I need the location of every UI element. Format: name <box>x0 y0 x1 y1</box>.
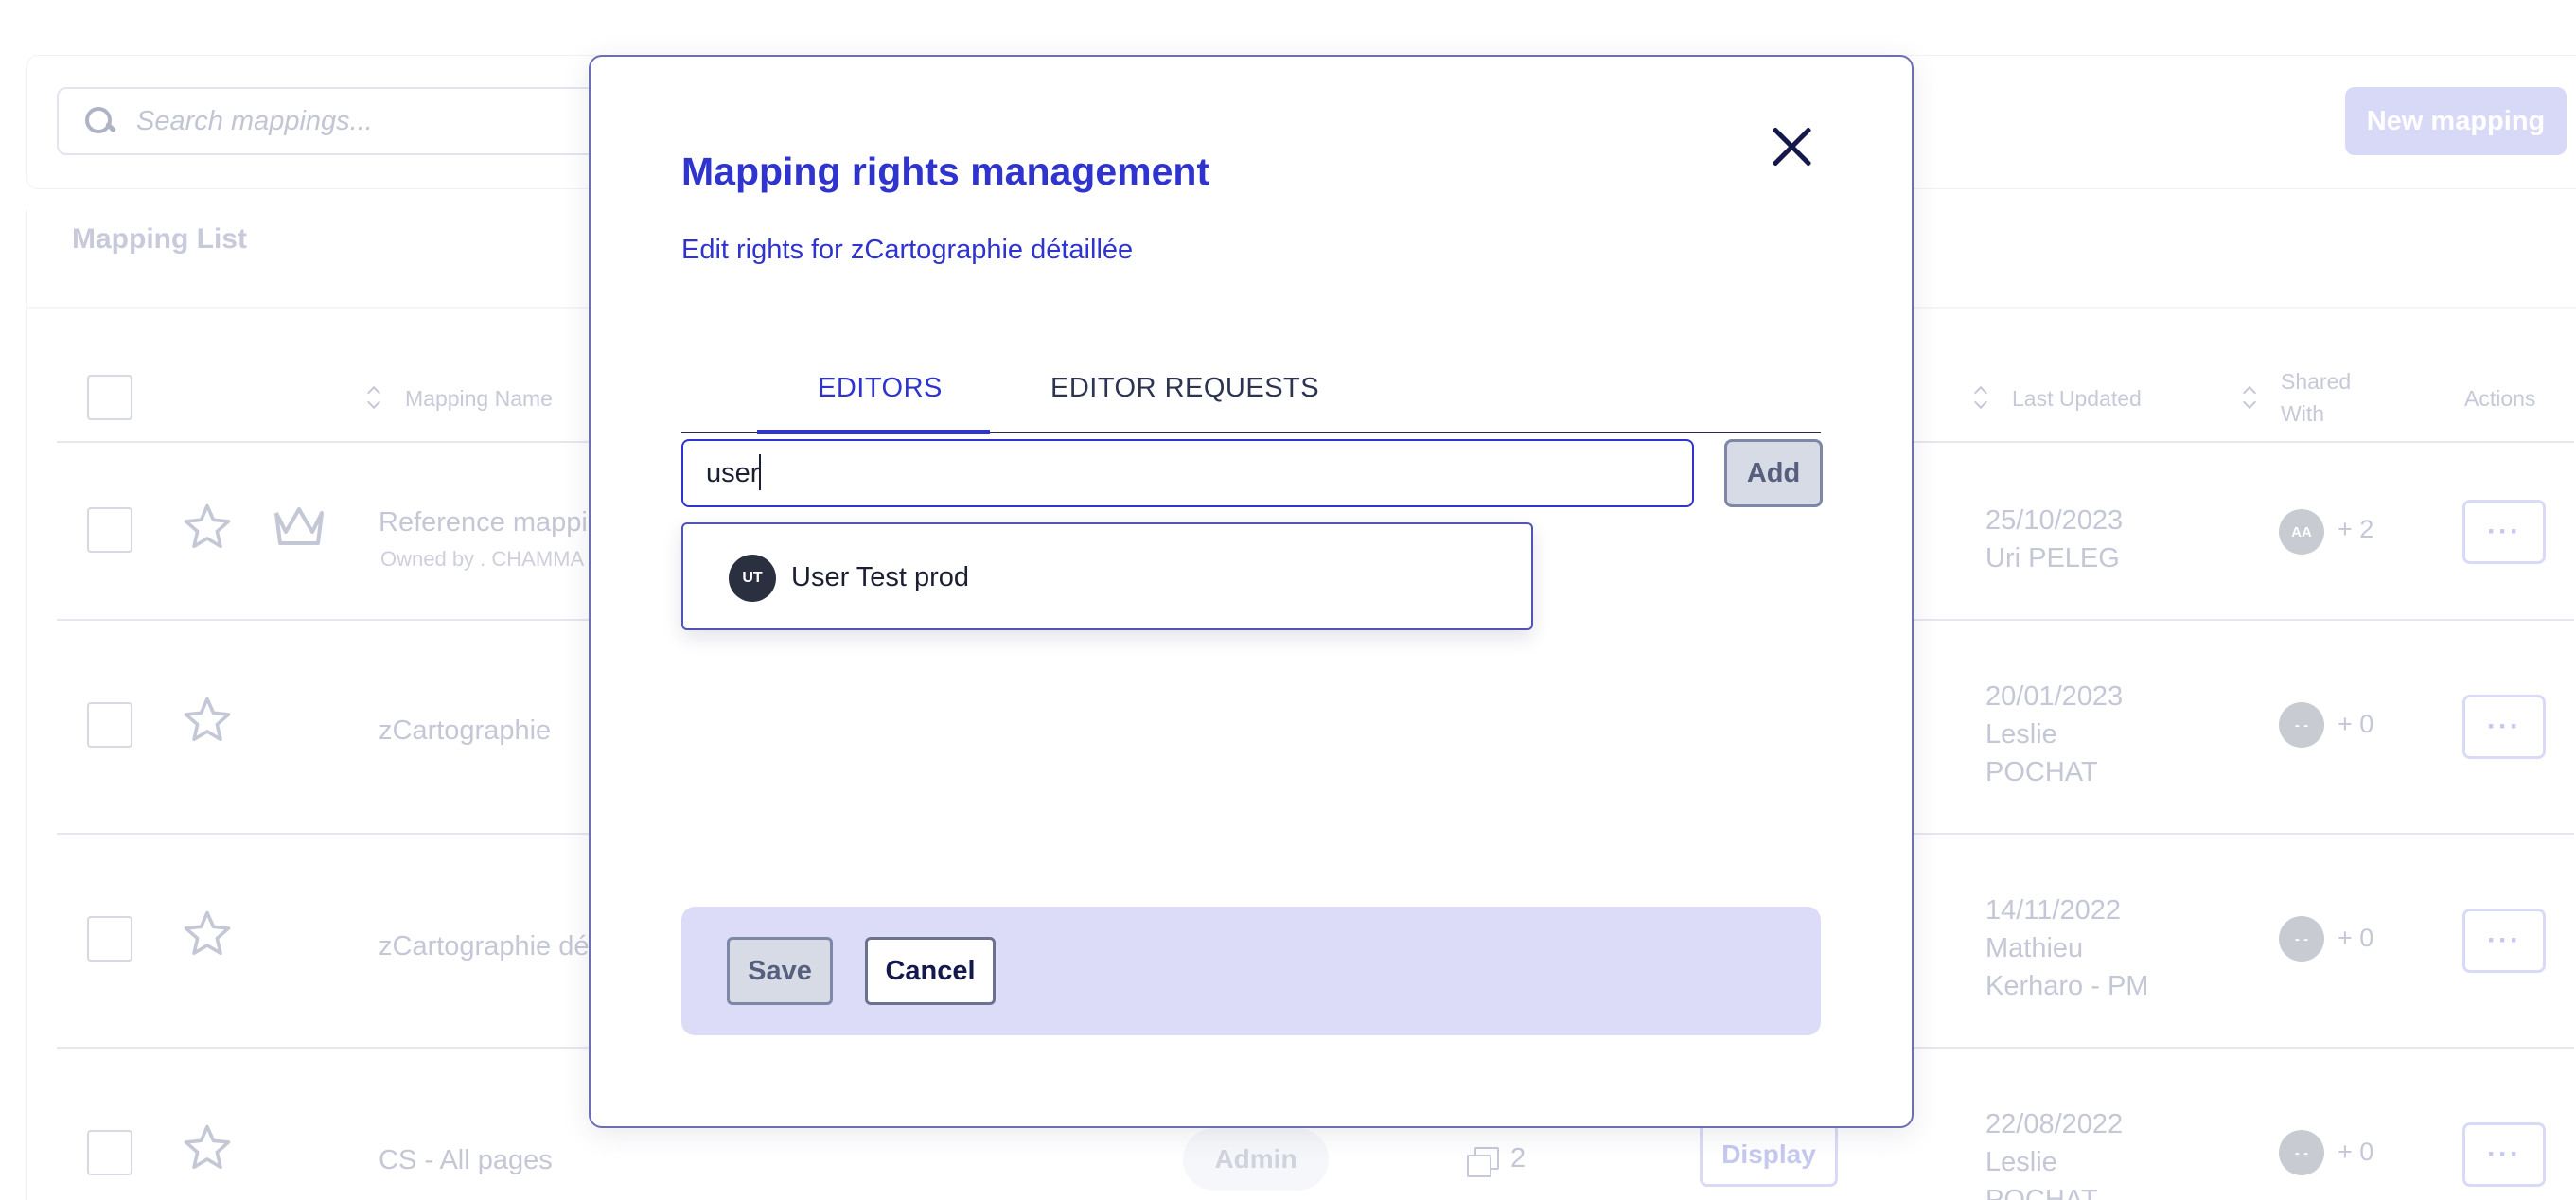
shared-count: + 0 <box>2338 710 2374 738</box>
column-header-shared-with[interactable]: Shared <box>2281 369 2351 395</box>
last-updated-date: 20/01/2023 <box>1985 681 2124 712</box>
rights-management-modal: Mapping rights management Edit rights fo… <box>589 55 1914 1128</box>
suggestion-name[interactable]: User Test prod <box>791 562 969 593</box>
tab-editor-requests[interactable]: EDITOR REQUESTS <box>1050 373 1319 404</box>
shared-count: + 0 <box>2338 924 2374 952</box>
mapping-name[interactable]: CS - All pages <box>379 1141 553 1179</box>
row-checkbox[interactable] <box>87 507 132 553</box>
editor-search-input[interactable] <box>681 439 1694 507</box>
column-header-shared-with-line2: With <box>2281 401 2324 426</box>
last-updated-by: Mathieu <box>1985 933 2084 963</box>
row-checkbox[interactable] <box>87 1130 132 1175</box>
row-actions-button[interactable]: ··· <box>2462 909 2546 973</box>
row-checkbox[interactable] <box>87 702 132 748</box>
shared-count: + 0 <box>2338 1138 2374 1166</box>
save-button[interactable]: Save <box>727 937 833 1005</box>
mapping-owner: Owned by . CHAMMA <box>380 547 585 571</box>
avatar: AA <box>2279 509 2324 555</box>
new-mapping-button[interactable]: New mapping <box>2345 87 2567 155</box>
column-header-mapping-name[interactable]: Mapping Name <box>405 386 553 412</box>
tab-editors[interactable]: EDITORS <box>818 373 943 404</box>
column-header-last-updated[interactable]: Last Updated <box>2012 386 2142 412</box>
sort-icon[interactable] <box>2243 384 2256 411</box>
modal-footer: Save Cancel <box>681 907 1821 1035</box>
text-caret <box>759 454 761 490</box>
last-updated-by: Leslie <box>1985 719 2057 750</box>
role-badge: Admin <box>1183 1128 1329 1191</box>
last-updated-date: 25/10/2023 <box>1985 505 2124 536</box>
last-updated-by: Leslie <box>1985 1147 2057 1177</box>
star-icon[interactable] <box>182 909 233 960</box>
row-actions-button[interactable]: ··· <box>2462 1122 2546 1187</box>
list-title: Mapping List <box>72 223 247 255</box>
sort-icon[interactable] <box>367 384 380 411</box>
last-updated-by-line2: Kerharo - PM <box>1985 971 2149 1001</box>
avatar: - - <box>2279 916 2324 962</box>
star-icon[interactable] <box>182 502 233 553</box>
row-actions-button[interactable]: ··· <box>2462 500 2546 564</box>
search-input[interactable]: Search mappings... <box>136 106 373 137</box>
add-button[interactable]: Add <box>1724 439 1823 507</box>
tab-bar: EDITORS EDITOR REQUESTS <box>681 358 1821 434</box>
column-header-actions: Actions <box>2464 386 2536 411</box>
crown-icon <box>274 507 324 545</box>
search-icon <box>83 105 115 137</box>
display-button[interactable]: Display <box>1700 1122 1838 1187</box>
active-tab-indicator <box>757 430 990 434</box>
row-actions-button[interactable]: ··· <box>2462 695 2546 759</box>
last-updated-by-line2: POCHAT <box>1985 757 2098 787</box>
page: Search mappings... New mapping Mapping L… <box>0 0 2576 1200</box>
modal-title: Mapping rights management <box>681 150 1210 193</box>
mapping-name[interactable]: zCartographie dé <box>379 927 589 965</box>
pages-count: 2 <box>1510 1143 1526 1174</box>
avatar: - - <box>2279 702 2324 748</box>
star-icon[interactable] <box>182 1122 233 1174</box>
sort-icon[interactable] <box>1974 384 1987 411</box>
last-updated-by-line2: POCHAT <box>1985 1185 2098 1200</box>
row-checkbox[interactable] <box>87 916 132 962</box>
last-updated-date: 22/08/2022 <box>1985 1109 2124 1139</box>
pages-icon <box>1467 1147 1499 1177</box>
search-box[interactable]: Search mappings... <box>57 87 644 155</box>
avatar: - - <box>2279 1130 2324 1175</box>
last-updated-by: Uri PELEG <box>1985 543 2120 574</box>
close-icon[interactable] <box>1770 125 1813 168</box>
suggestion-dropdown: UT User Test prod <box>681 522 1533 630</box>
avatar: UT <box>729 555 776 602</box>
mapping-name[interactable]: zCartographie <box>379 712 551 750</box>
cancel-button[interactable]: Cancel <box>865 937 996 1005</box>
modal-subtitle: Edit rights for zCartographie détaillée <box>681 235 1134 265</box>
select-all-checkbox[interactable] <box>87 375 132 420</box>
star-icon[interactable] <box>182 695 233 746</box>
last-updated-date: 14/11/2022 <box>1985 895 2121 926</box>
shared-count: + 2 <box>2338 515 2374 543</box>
mapping-name[interactable]: Reference mappi <box>379 503 588 541</box>
